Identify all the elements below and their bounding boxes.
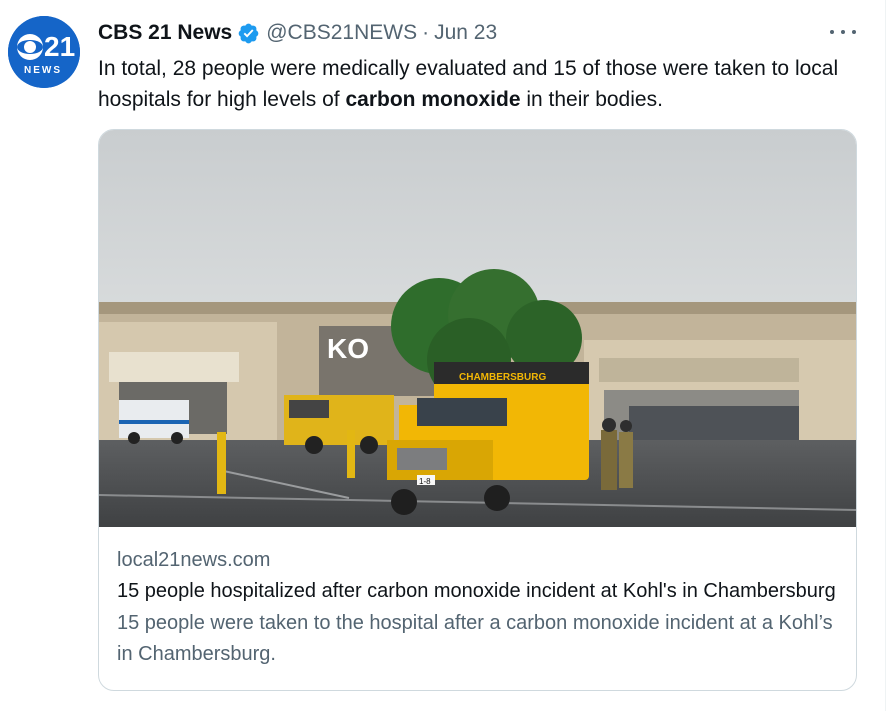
separator-dot: · [422, 21, 430, 44]
link-card[interactable]: KO CHAMBERSBURG 1-8 local21news.com 15 p… [98, 129, 857, 691]
card-photo: KO CHAMBERSBURG 1-8 [99, 130, 856, 527]
more-options-icon[interactable] [830, 22, 856, 42]
truck-banner-text: CHAMBERSBURG [459, 372, 546, 383]
tweet-header: CBS 21 News @CBS21NEWS · Jun 23 [98, 20, 497, 46]
card-description: 15 people were taken to the hospital aft… [117, 612, 833, 665]
card-title[interactable]: 15 people hospitalized after carbon mono… [117, 575, 842, 607]
tweet-text: In total, 28 people were medically evalu… [98, 53, 858, 115]
card-body: local21news.com 15 people hospitalized a… [117, 545, 842, 670]
avatar-number: 21 [44, 31, 75, 62]
card-domain: local21news.com [117, 549, 271, 571]
card-image[interactable]: KO CHAMBERSBURG 1-8 [99, 130, 856, 527]
tweet[interactable]: 21 NEWS CBS 21 News @CBS21NEWS · Jun 23 … [0, 0, 886, 711]
tweet-text-part: in their bodies. [520, 88, 663, 111]
tweet-text-bold: carbon monoxide [345, 88, 521, 111]
more-dot [852, 30, 856, 34]
tweet-date[interactable]: Jun 23 [434, 21, 497, 45]
verified-badge-icon [238, 23, 259, 43]
truck-plate-text: 1-8 [419, 477, 431, 486]
store-sign-text: KO [327, 333, 369, 364]
handle[interactable]: @CBS21NEWS [266, 21, 417, 45]
more-dot [841, 30, 845, 34]
cbs21-logo: 21 NEWS [8, 16, 80, 88]
avatar-news-label: NEWS [24, 65, 62, 76]
more-dot [830, 30, 834, 34]
display-name[interactable]: CBS 21 News [98, 21, 232, 45]
avatar[interactable]: 21 NEWS [8, 16, 80, 88]
